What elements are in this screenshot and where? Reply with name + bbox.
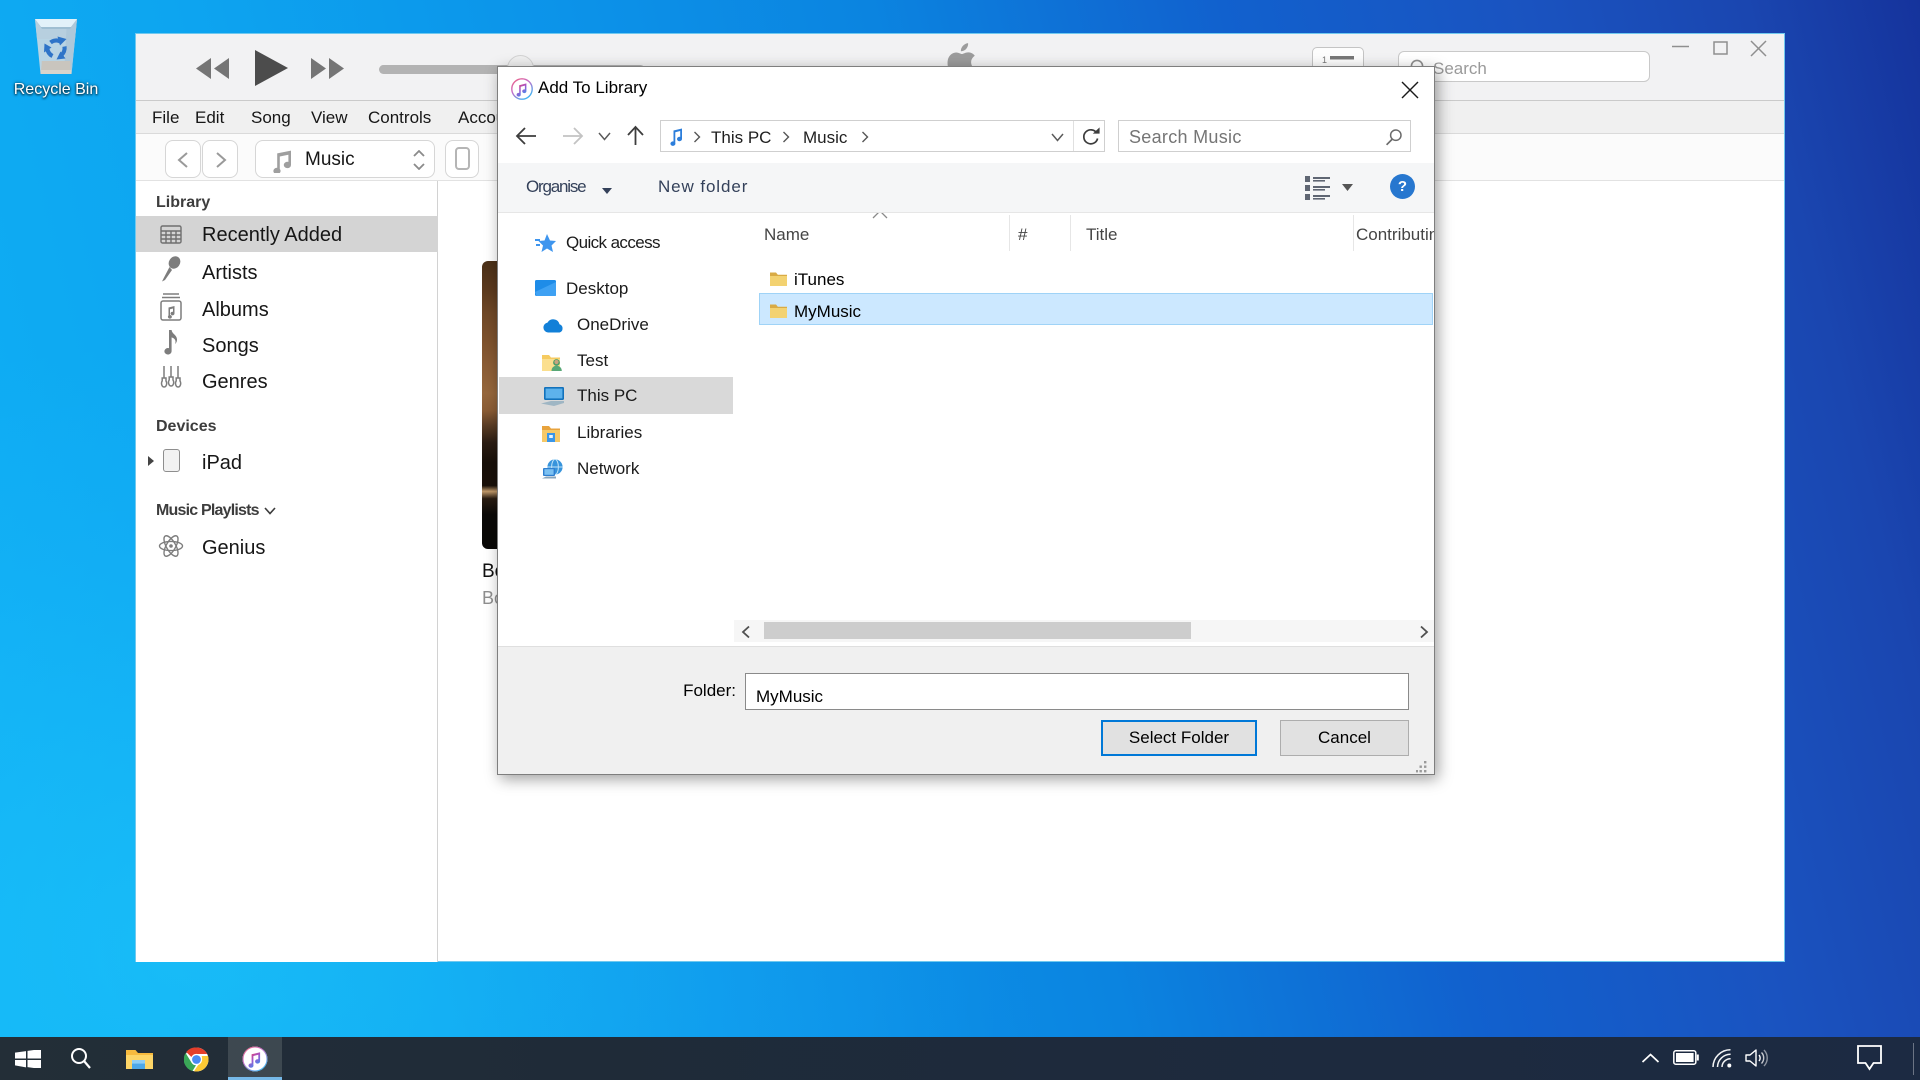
svg-text:1: 1	[1322, 55, 1327, 65]
